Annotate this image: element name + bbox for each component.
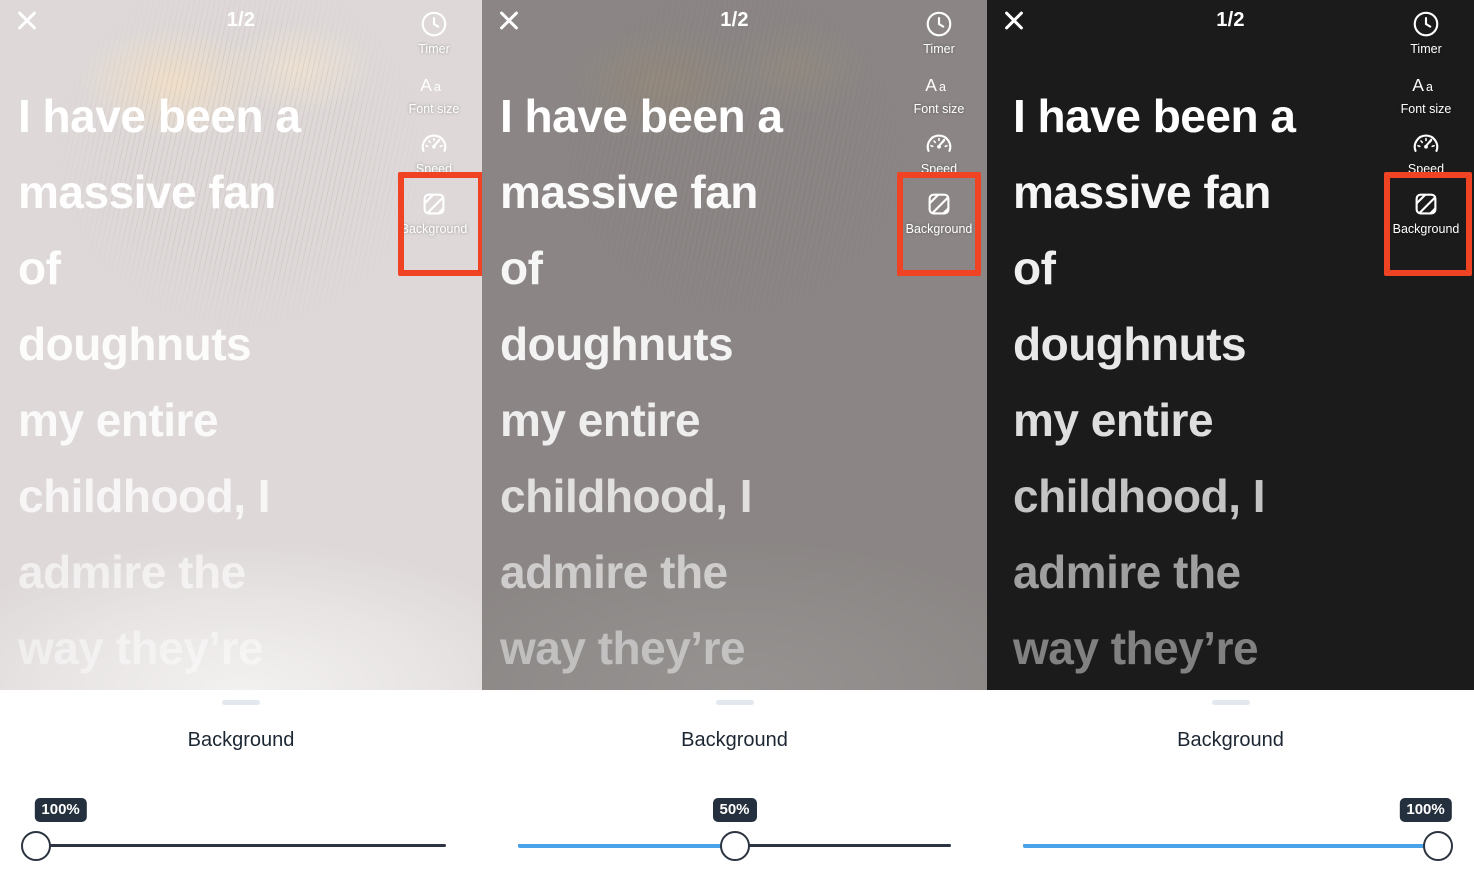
slider-value-badge: 100% — [1399, 798, 1452, 822]
tool-label: Font size — [1400, 102, 1452, 116]
close-icon[interactable] — [1001, 7, 1027, 33]
tool-rail: Timer A a Font size Speed Background — [891, 4, 987, 276]
tool-label: Font size — [408, 102, 460, 116]
tool-background[interactable]: Background — [386, 172, 482, 276]
tool-timer[interactable]: Timer — [891, 4, 987, 64]
speed-icon — [1413, 134, 1439, 152]
timer-icon — [926, 11, 952, 37]
tool-timer[interactable]: Timer — [386, 4, 482, 64]
tool-timer[interactable]: Timer — [1378, 4, 1474, 64]
background-icon — [423, 193, 445, 215]
svg-text:A: A — [925, 75, 937, 95]
background-icon — [928, 193, 950, 215]
video-preview[interactable]: 1/2 I have been a massive fan of doughnu… — [987, 0, 1474, 690]
background-opacity-slider[interactable]: 100% — [1023, 798, 1453, 868]
tool-speed[interactable]: Speed — [1378, 124, 1474, 184]
slider-thumb[interactable] — [1423, 831, 1453, 861]
speed-icon — [926, 134, 952, 152]
sheet-title: Background — [187, 729, 295, 751]
timer-icon — [1413, 11, 1439, 37]
sheet-title: Background — [681, 729, 788, 751]
sheet-grabber[interactable] — [715, 700, 754, 705]
sheet-grabber[interactable] — [222, 700, 260, 705]
teleprompter-caption: I have been a massive fan of doughnuts m… — [1013, 78, 1366, 686]
font-size-icon: A a — [420, 75, 441, 95]
slider-track[interactable] — [36, 844, 446, 847]
panel-2: 1/2 I have been a massive fan of doughnu… — [482, 0, 987, 888]
sheet-grabber[interactable] — [1211, 700, 1250, 705]
close-icon[interactable] — [496, 7, 522, 33]
caption-line: my entire — [1013, 394, 1214, 446]
svg-text:A: A — [420, 75, 432, 95]
svg-text:A: A — [1412, 75, 1424, 95]
close-icon[interactable] — [14, 7, 40, 33]
tool-font-size[interactable]: A a Font size — [1378, 64, 1474, 124]
tool-rail: Timer A a Font size Speed Background — [1378, 4, 1474, 276]
tool-label: Background — [905, 222, 973, 236]
timer-icon — [421, 11, 447, 37]
background-opacity-slider[interactable]: 50% — [518, 798, 951, 868]
slider-thumb[interactable] — [21, 831, 51, 861]
sheet-title: Background — [1177, 729, 1284, 751]
tool-background[interactable]: Background — [891, 172, 987, 276]
caption-line: way they’re — [1013, 622, 1259, 674]
tool-label: Font size — [913, 102, 965, 116]
tool-label: Timer — [1410, 42, 1442, 56]
slider-fill — [1023, 844, 1438, 848]
tool-font-size[interactable]: A a Font size — [386, 64, 482, 124]
background-opacity-slider[interactable]: 100% — [21, 798, 446, 868]
tool-background[interactable]: Background — [1378, 172, 1474, 276]
tool-label: Background — [400, 222, 468, 236]
tool-speed[interactable]: Speed — [386, 124, 482, 184]
tool-label: Speed — [415, 162, 453, 176]
slider-value-badge: 100% — [34, 798, 87, 822]
tool-label: Timer — [923, 42, 955, 56]
panel-1: 1/2 I have been a massive fan of doughnu… — [0, 0, 482, 888]
font-size-icon: A a — [1412, 75, 1433, 95]
caption-line: childhood, I — [1013, 470, 1266, 522]
tool-speed[interactable]: Speed — [891, 124, 987, 184]
three-panel-comparison: 1/2 I have been a massive fan of doughnu… — [0, 0, 1474, 888]
font-size-icon: A a — [925, 75, 946, 95]
tool-label: Speed — [1407, 162, 1445, 176]
svg-text:a: a — [939, 80, 946, 94]
tool-rail: Timer A a Font size Speed Background — [386, 4, 482, 276]
bottom-sheet: Background 50% — [482, 690, 987, 888]
tool-label: Speed — [920, 162, 958, 176]
caption-line: doughnuts — [1013, 318, 1247, 370]
slider-thumb[interactable] — [719, 831, 750, 861]
tool-label: Timer — [418, 42, 450, 56]
tool-font-size[interactable]: A a Font size — [891, 64, 987, 124]
tool-label: Background — [1392, 222, 1460, 236]
bottom-sheet: Background 100% — [0, 690, 482, 888]
caption-line: I have been a — [1013, 90, 1296, 142]
caption-line: of — [1013, 242, 1056, 294]
svg-text:a: a — [434, 80, 441, 94]
caption-line: admire the — [1013, 546, 1241, 598]
panel-3: 1/2 I have been a massive fan of doughnu… — [987, 0, 1474, 888]
background-icon — [1415, 193, 1437, 215]
speed-icon — [421, 134, 447, 152]
caption-line: massive fan — [1013, 166, 1271, 218]
svg-text:a: a — [1426, 80, 1433, 94]
slider-fill — [518, 844, 735, 848]
slider-value-badge: 50% — [712, 798, 757, 822]
video-preview[interactable]: 1/2 I have been a massive fan of doughnu… — [0, 0, 482, 690]
bottom-sheet: Background 100% — [987, 690, 1474, 888]
video-preview[interactable]: 1/2 I have been a massive fan of doughnu… — [482, 0, 987, 690]
